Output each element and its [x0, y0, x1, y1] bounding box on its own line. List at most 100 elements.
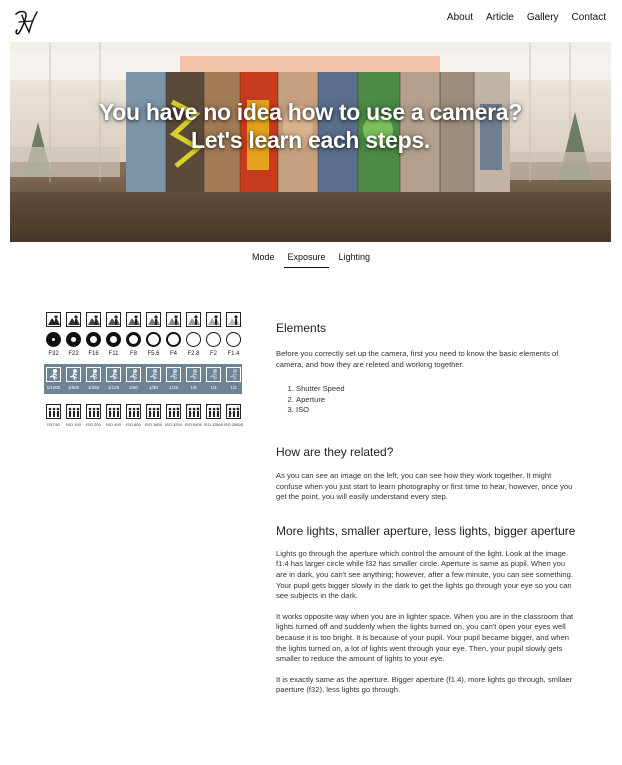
scene-icon — [126, 312, 141, 327]
aperture-circle — [206, 332, 221, 347]
section-heading-elements: Elements — [276, 321, 327, 335]
list-item: Aperture — [296, 395, 576, 406]
person-mountain-icon — [228, 315, 240, 325]
iso-label: ISO 400 — [106, 422, 121, 427]
person-mountain-icon — [168, 315, 180, 325]
iso-icon — [166, 404, 181, 419]
aperture-circle — [106, 332, 121, 347]
scene-icon — [86, 312, 101, 327]
aperture-label: F1.4 — [227, 351, 240, 357]
shutter-label: 1/125 — [107, 385, 120, 390]
aperture-circle — [186, 332, 201, 347]
shutter-icon — [46, 367, 61, 382]
iso-label: ISO 200 — [86, 422, 101, 427]
running-person-icon — [229, 369, 238, 381]
nav-article[interactable]: Article — [486, 12, 514, 23]
aperture-circle — [146, 332, 161, 347]
nav-gallery[interactable]: Gallery — [527, 12, 559, 23]
tab-lighting[interactable]: Lighting — [337, 252, 373, 268]
iso-icon — [86, 404, 101, 419]
group-people-icon — [167, 405, 180, 417]
running-person-icon — [49, 369, 58, 381]
site-header: About Article Gallery Contact — [0, 0, 622, 40]
aperture-circle — [66, 332, 81, 347]
aperture-circle — [86, 332, 101, 347]
paragraph-related: As you can see an image on the left, you… — [276, 470, 573, 502]
section-heading-related: How are they related? — [276, 444, 394, 459]
running-person-icon — [129, 369, 138, 381]
iso-label: ISO 12800 — [203, 422, 224, 427]
scene-icon — [106, 312, 121, 327]
paragraph-aperture-2: It works opposite way when you are in li… — [276, 611, 574, 664]
shutter-icon — [126, 367, 141, 382]
shutter-label: 1/60 — [129, 385, 138, 390]
nav-about[interactable]: About — [447, 12, 473, 23]
scene-icon — [226, 312, 241, 327]
aperture-circle — [46, 332, 61, 347]
list-item: Shutter Speed — [296, 384, 576, 395]
iso-icon — [146, 404, 161, 419]
aperture-label: F22 — [68, 351, 79, 357]
person-mountain-icon — [68, 315, 80, 325]
running-person-icon — [169, 369, 178, 381]
signature-logo-icon[interactable] — [13, 8, 39, 36]
iso-icon — [46, 404, 61, 419]
iso-icon — [66, 404, 81, 419]
iso-label: ISO 25600 — [223, 422, 244, 427]
hero-banner: You have no idea how to use a camera? Le… — [10, 42, 611, 242]
person-mountain-icon — [88, 315, 100, 325]
shutter-icon — [146, 367, 161, 382]
shutter-icon — [66, 367, 81, 382]
aperture-circle — [166, 332, 181, 347]
person-mountain-icon — [188, 315, 200, 325]
group-people-icon — [48, 407, 60, 417]
hero-heading-line2: Let's learn each steps. — [191, 127, 430, 153]
nav-contact[interactable]: Contact — [572, 12, 606, 23]
scene-icon — [146, 312, 161, 327]
group-people-icon — [127, 405, 140, 417]
shutter-icon — [186, 367, 201, 382]
person-mountain-icon — [148, 315, 160, 325]
shutter-label: 1/250 — [87, 385, 100, 390]
tab-exposure[interactable]: Exposure — [284, 252, 329, 268]
list-item: ISO — [296, 405, 576, 416]
scene-icon — [206, 312, 221, 327]
tab-mode[interactable]: Mode — [250, 252, 277, 268]
group-people-icon — [67, 405, 80, 417]
iso-label: ISO 100 — [66, 422, 81, 427]
iso-label: ISO 50 — [47, 422, 60, 427]
group-people-icon — [187, 405, 200, 417]
shutter-label: 1/500 — [67, 385, 80, 390]
aperture-circle — [126, 332, 141, 347]
person-mountain-icon — [128, 315, 140, 325]
shutter-label: 1/4 — [210, 385, 217, 390]
aperture-label: F16 — [88, 351, 99, 357]
iso-label: ISO 800 — [126, 422, 141, 427]
shutter-label: 1/8 — [190, 385, 197, 390]
shutter-label: 1/15 — [169, 385, 178, 390]
group-people-icon — [107, 405, 120, 417]
article-content: Elements Before you correctly set up the… — [276, 320, 576, 696]
aperture-circle — [226, 332, 241, 347]
main-nav: About Article Gallery Contact — [447, 12, 606, 23]
running-person-icon — [109, 369, 118, 381]
running-person-icon — [189, 369, 198, 381]
person-mountain-icon — [208, 315, 220, 325]
person-mountain-icon — [108, 315, 120, 325]
paragraph-aperture-1: Lights go through the aperture which con… — [276, 548, 573, 601]
iso-icon — [226, 404, 241, 419]
iso-icon — [126, 404, 141, 419]
group-people-icon — [207, 405, 220, 417]
aperture-label: F11 — [108, 351, 119, 357]
paragraph-aperture-3: It is exactly same as the aperture. Bigg… — [276, 674, 573, 695]
elements-list: Shutter Speed Aperture ISO — [276, 384, 576, 416]
shutter-label: 1/1000 — [46, 385, 61, 390]
paragraph-elements: Before you correctly set up the camera, … — [276, 349, 559, 369]
person-mountain-icon — [48, 315, 60, 325]
shutter-label: 1/30 — [149, 385, 158, 390]
aperture-label: F2 — [209, 351, 217, 357]
section-heading-aperture: More lights, smaller aperture, less ligh… — [276, 523, 576, 538]
exposure-triangle-diagram: F32 F22 F16 F11 F8 F5.6 F4 F2.8 F2 F1.4 1/1000 1/50… — [44, 312, 244, 432]
shutter-icon — [226, 367, 241, 382]
running-person-icon — [149, 369, 158, 381]
